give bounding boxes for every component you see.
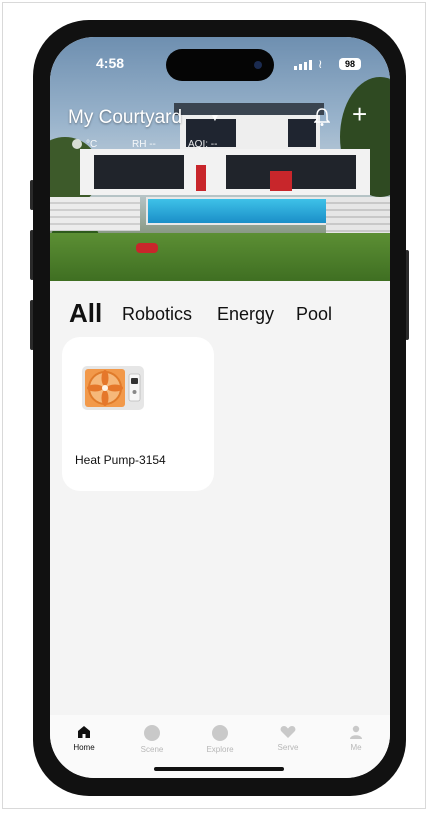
category-tabs: All Robotics Energy Pool <box>50 295 390 329</box>
add-icon[interactable]: + <box>352 101 367 127</box>
red-accent <box>196 165 206 191</box>
swimming-pool <box>146 197 332 225</box>
nav-scene-label: Scene <box>140 745 164 754</box>
tab-all[interactable]: All <box>69 298 102 329</box>
lawn <box>50 233 390 281</box>
nav-me[interactable]: Me <box>326 725 386 752</box>
nav-home[interactable]: Home <box>54 725 114 752</box>
heart-icon <box>280 726 296 738</box>
nav-explore[interactable]: Explore <box>190 725 250 754</box>
battery-icon: 98 <box>339 58 361 70</box>
house-window <box>94 155 184 189</box>
env-temperature: °C <box>86 139 98 150</box>
status-time: 4:58 <box>96 55 125 71</box>
chevron-down-icon[interactable]: ▼ <box>210 113 220 124</box>
heat-pump-icon <box>82 366 144 410</box>
home-icon <box>78 726 90 738</box>
tab-energy[interactable]: Energy <box>217 304 274 325</box>
nav-scene[interactable]: Scene <box>122 725 182 754</box>
env-humidity: RH -- <box>132 139 156 150</box>
nav-me-label: Me <box>350 743 362 752</box>
nav-serve-label: Serve <box>277 743 299 752</box>
tab-robotics[interactable]: Robotics <box>122 304 192 325</box>
app-screen: 4:58 ≀ 98 My Courtyard ▼ + °C RH -- AQI:… <box>50 37 390 778</box>
device-card-heat-pump[interactable]: Heat Pump-3154 <box>62 337 214 491</box>
nav-home-label: Home <box>73 743 95 752</box>
nav-explore-label: Explore <box>206 745 234 754</box>
red-accent <box>270 171 292 191</box>
explore-icon <box>212 725 228 741</box>
tab-pool[interactable]: Pool <box>296 304 332 325</box>
signal-icon <box>294 59 314 70</box>
scene-icon <box>144 725 160 741</box>
device-name: Heat Pump-3154 <box>75 453 166 467</box>
env-air-quality: AQI: -- <box>188 139 218 150</box>
nav-serve[interactable]: Serve <box>258 725 318 752</box>
home-indicator <box>154 767 284 771</box>
wifi-icon: ≀ <box>318 57 323 71</box>
house-roof <box>174 103 324 115</box>
house-window <box>288 119 316 147</box>
camera-icon <box>254 61 262 69</box>
lawn-mower-robot <box>136 243 158 253</box>
person-icon <box>350 725 362 739</box>
bell-icon[interactable] <box>314 107 330 127</box>
steps-left <box>50 197 140 231</box>
home-selector[interactable]: My Courtyard <box>68 107 182 129</box>
temperature-icon <box>72 139 82 149</box>
